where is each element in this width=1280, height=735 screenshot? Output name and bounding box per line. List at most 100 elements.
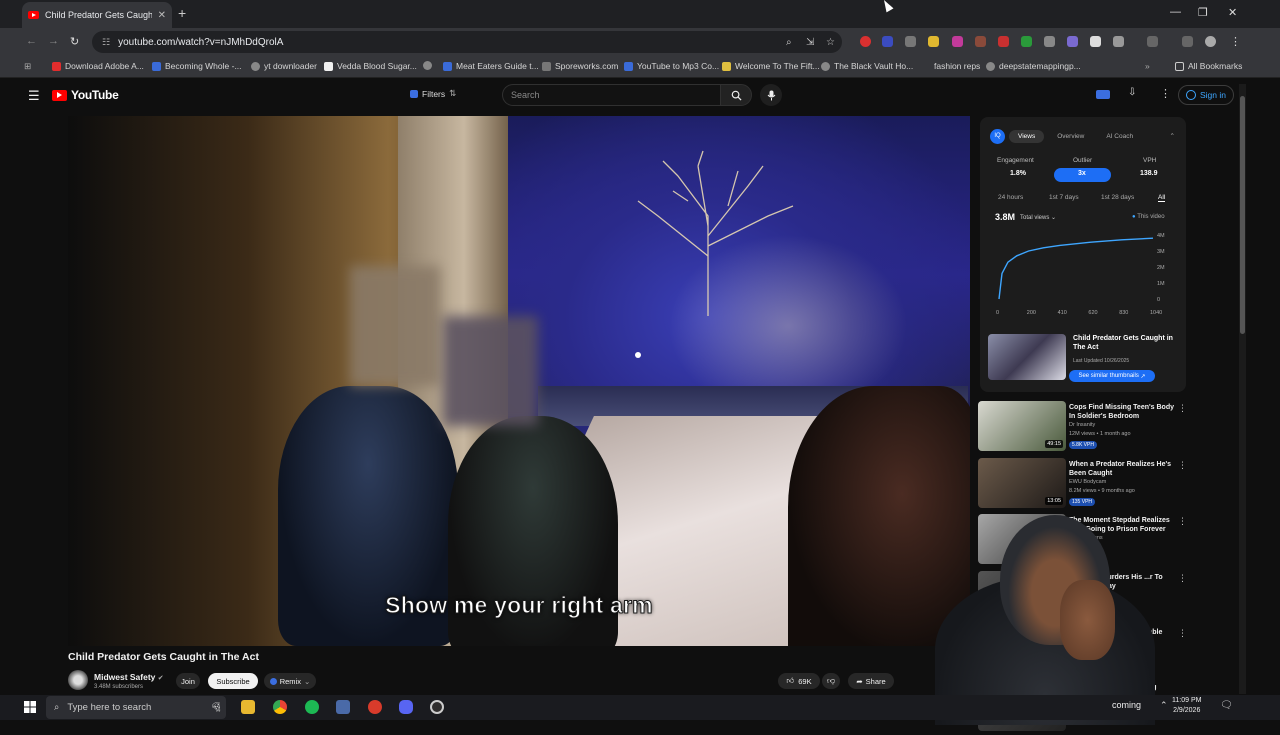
system-clock[interactable]: 11:09 PM 2/9/2026	[1172, 696, 1201, 716]
search-button[interactable]	[720, 84, 752, 106]
extension-icon[interactable]	[1067, 36, 1078, 47]
bookmark-item[interactable]: Welcome To The Fift...	[722, 61, 820, 71]
more-actions-icon[interactable]: ⋮	[1178, 460, 1187, 471]
media-icon[interactable]	[1182, 36, 1193, 47]
extension-icon[interactable]	[1044, 36, 1055, 47]
chrome-icon[interactable]	[273, 700, 287, 714]
notification-icon[interactable]: 🗨︎	[1220, 700, 1233, 711]
profile-icon[interactable]	[1205, 36, 1216, 47]
install-icon[interactable]: ⇲	[806, 37, 814, 48]
range-option[interactable]: 24 hours	[998, 194, 1023, 201]
tab-views[interactable]: Views	[1009, 129, 1045, 143]
new-tab-button[interactable]: +	[178, 5, 186, 21]
forward-icon[interactable]: →	[48, 35, 59, 47]
obs-icon[interactable]	[430, 700, 444, 714]
apps-grid-icon[interactable]: ⊞	[24, 61, 31, 72]
bookmark-item[interactable]: deepstatemappingp...	[986, 61, 1081, 71]
sidebar-icon[interactable]	[1147, 36, 1158, 47]
channel-avatar[interactable]	[68, 670, 88, 690]
extension-icon[interactable]	[975, 36, 986, 47]
analytics-tabs: IQ Views Overview AI Coach ⌃	[990, 127, 1175, 145]
like-button[interactable]: 👍︎ 69K	[778, 673, 820, 689]
more-actions-icon[interactable]: ⋮	[1178, 403, 1187, 414]
video-player[interactable]: Show me your right arm	[68, 116, 970, 646]
extensions-puzzle-icon[interactable]	[1113, 36, 1124, 47]
extension-icon[interactable]	[860, 36, 871, 47]
hamburger-menu-icon[interactable]: ☰	[28, 88, 40, 104]
address-bar[interactable]: ☷ youtube.com/watch?v=nJMhDdQrolA ⌕ ⇲ ☆	[92, 31, 842, 53]
extension-icon[interactable]	[928, 36, 939, 47]
sign-in-button[interactable]: Sign in	[1178, 85, 1234, 105]
browser-tab[interactable]: Child Predator Gets Caught in T ✕	[22, 2, 172, 28]
thumbs-up-icon: 👍︎	[786, 676, 795, 685]
bookmark-item[interactable]: The Black Vault Ho...	[821, 61, 913, 71]
bookmark-item[interactable]: fashion reps	[934, 61, 980, 71]
tab-ai-coach[interactable]: AI Coach	[1097, 130, 1142, 143]
extension-icon[interactable]	[1021, 36, 1032, 47]
site-info-icon[interactable]: ☷	[102, 37, 110, 48]
bookmark-item[interactable]	[423, 61, 432, 70]
range-option[interactable]: 1st 28 days	[1101, 194, 1134, 201]
extension-icon[interactable]	[882, 36, 893, 47]
subscribe-button[interactable]: Subscribe	[208, 673, 258, 689]
extension-icon[interactable]	[1090, 36, 1101, 47]
extension-icon[interactable]	[998, 36, 1009, 47]
recommended-video[interactable]: 13:05 When a Predator Realizes He's Been …	[978, 458, 1188, 512]
close-tab-icon[interactable]: ✕	[158, 10, 166, 21]
see-similar-thumbnails-button[interactable]: See similar thumbnails ↗	[1069, 370, 1155, 382]
chevron-up-icon[interactable]: ⌃	[1170, 132, 1175, 140]
more-bookmarks-icon[interactable]: »	[1145, 61, 1150, 71]
join-button[interactable]: Join	[176, 673, 200, 689]
app-icon[interactable]	[368, 700, 382, 714]
download-icon[interactable]: ⇩	[1128, 87, 1136, 98]
file-explorer-icon[interactable]	[241, 700, 255, 714]
restore-icon[interactable]: ❐	[1198, 6, 1208, 19]
bookmark-item[interactable]: Vedda Blood Sugar...	[324, 61, 417, 71]
reload-icon[interactable]: ↻	[70, 35, 79, 48]
video-title[interactable]: When a Predator Realizes He's Been Caugh…	[1069, 460, 1177, 478]
views-selector[interactable]: Total views ⌄	[1020, 214, 1056, 221]
extension-icon[interactable]	[905, 36, 916, 47]
app-icon[interactable]	[336, 700, 350, 714]
bookmark-item[interactable]: Becoming Whole -...	[152, 61, 242, 71]
bookmark-star-icon[interactable]: ☆	[826, 37, 835, 48]
minimize-icon[interactable]: —	[1170, 6, 1181, 18]
chrome-menu-icon[interactable]: ⋮	[1230, 35, 1241, 48]
chevron-up-icon[interactable]: ⌃	[1160, 700, 1168, 711]
video-title[interactable]: Cops Find Missing Teen's Body In Soldier…	[1069, 403, 1177, 421]
tab-overview[interactable]: Overview	[1048, 130, 1093, 143]
all-bookmarks[interactable]: All Bookmarks	[1175, 61, 1242, 71]
bookmark-favicon-icon	[152, 61, 161, 71]
voice-search-button[interactable]	[760, 84, 782, 106]
bookmark-item[interactable]: YouTube to Mp3 Co...	[624, 61, 719, 71]
extension-grid-icon[interactable]	[1096, 90, 1110, 99]
bookmark-item[interactable]: yt downloader	[251, 61, 317, 71]
scrollbar-thumb[interactable]	[1240, 96, 1245, 334]
close-window-icon[interactable]: ✕	[1228, 6, 1237, 19]
search-input[interactable]: Search	[502, 84, 720, 106]
taskbar-search-input[interactable]: ⌕ Type here to search 🍕︎	[46, 696, 226, 719]
youtube-logo[interactable]: YouTube	[52, 88, 119, 102]
views-chart: 4M 3M 2M 1M 0 0 200 410 620 830 1040	[996, 233, 1165, 316]
filters-button[interactable]: Filters ⇅	[410, 88, 456, 99]
channel-name: Dr Insanity	[1069, 422, 1096, 428]
range-option-selected[interactable]: All	[1158, 194, 1166, 202]
range-option[interactable]: 1st 7 days	[1049, 194, 1079, 201]
video-thumbnail[interactable]: 49:15	[978, 401, 1066, 451]
extension-icon[interactable]	[952, 36, 963, 47]
discord-icon[interactable]	[399, 700, 413, 714]
bookmark-item[interactable]: Download Adobe A...	[52, 61, 144, 71]
dislike-button[interactable]: 👎︎	[822, 673, 840, 689]
share-button[interactable]: ➦ Share	[848, 673, 894, 689]
remix-button[interactable]: Remix ⌄	[264, 673, 316, 689]
recommended-video[interactable]: 49:15 Cops Find Missing Teen's Body In So…	[978, 401, 1188, 455]
spotify-icon[interactable]	[305, 700, 319, 714]
bookmark-item[interactable]: Meat Eaters Guide t...	[443, 61, 539, 71]
windows-start-icon[interactable]	[24, 701, 36, 713]
back-icon[interactable]: ←	[26, 35, 37, 47]
bookmark-item[interactable]: Sporeworks.com	[542, 61, 618, 71]
zoom-icon[interactable]: ⌕	[786, 37, 792, 48]
channel-name[interactable]: Midwest Safety ✔	[94, 672, 164, 682]
settings-dots-icon[interactable]: ⋮	[1160, 87, 1171, 100]
video-thumbnail[interactable]: 13:05	[978, 458, 1066, 508]
